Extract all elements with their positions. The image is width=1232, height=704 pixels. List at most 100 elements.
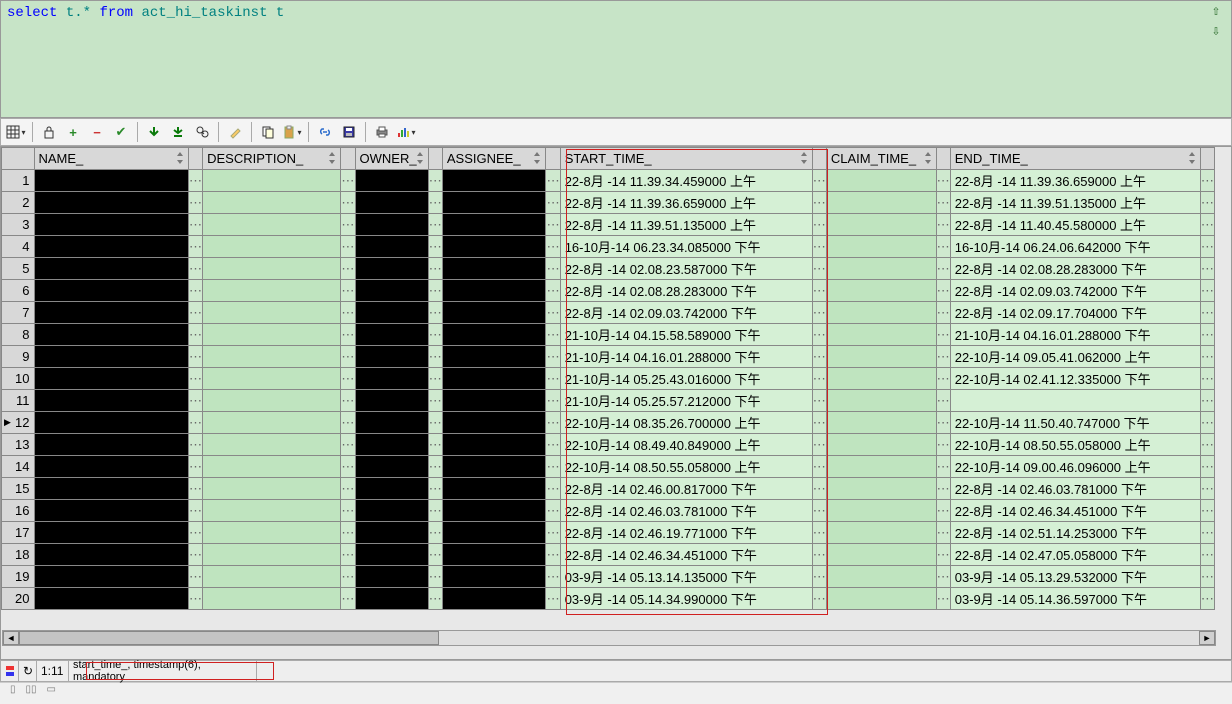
table-row[interactable]: 5⋯⋯⋯⋯22-8月 -14 02.08.23.587000 下午⋯⋯22-8月… <box>2 258 1215 280</box>
cell[interactable] <box>355 214 428 236</box>
cell-expand-icon[interactable]: ⋯ <box>428 302 442 324</box>
cell-expand-icon[interactable]: ⋯ <box>188 456 202 478</box>
col-assignee-ext[interactable] <box>546 148 560 170</box>
cell-expand-icon[interactable]: ⋯ <box>188 280 202 302</box>
row-number[interactable]: 15 <box>2 478 35 500</box>
table-row[interactable]: 11⋯⋯⋯⋯21-10月-14 05.25.57.212000 下午⋯⋯⋯ <box>2 390 1215 412</box>
cell[interactable]: 03-9月 -14 05.14.34.990000 下午 <box>560 588 812 610</box>
cell-expand-icon[interactable]: ⋯ <box>812 588 826 610</box>
cell[interactable] <box>355 346 428 368</box>
cell-expand-icon[interactable]: ⋯ <box>546 302 560 324</box>
cell[interactable]: 22-10月-14 08.35.26.700000 上午 <box>560 412 812 434</box>
cell-expand-icon[interactable]: ⋯ <box>546 566 560 588</box>
refresh-button[interactable]: ↻ <box>19 661 37 681</box>
cell[interactable]: 22-8月 -14 02.08.28.283000 下午 <box>560 280 812 302</box>
cell-expand-icon[interactable]: ⋯ <box>546 368 560 390</box>
col-description-ext[interactable] <box>341 148 355 170</box>
cell[interactable] <box>34 170 188 192</box>
scroll-right-icon[interactable]: ► <box>1199 631 1215 645</box>
horizontal-scrollbar[interactable]: ◄ ► <box>2 630 1216 646</box>
cell-expand-icon[interactable]: ⋯ <box>812 258 826 280</box>
cell[interactable] <box>34 214 188 236</box>
cell-expand-icon[interactable]: ⋯ <box>812 170 826 192</box>
cell-expand-icon[interactable]: ⋯ <box>812 478 826 500</box>
cell[interactable] <box>34 192 188 214</box>
cell[interactable] <box>826 170 936 192</box>
cell-expand-icon[interactable]: ⋯ <box>428 434 442 456</box>
row-number[interactable]: 17 <box>2 522 35 544</box>
row-number[interactable]: 10 <box>2 368 35 390</box>
row-number[interactable]: 7 <box>2 302 35 324</box>
cell-expand-icon[interactable]: ⋯ <box>936 236 950 258</box>
sort-icon[interactable] <box>923 152 933 164</box>
cell[interactable] <box>826 434 936 456</box>
cell-expand-icon[interactable]: ⋯ <box>341 390 355 412</box>
cell[interactable] <box>203 236 341 258</box>
cell-expand-icon[interactable]: ⋯ <box>428 236 442 258</box>
cell-expand-icon[interactable]: ⋯ <box>188 346 202 368</box>
cell-expand-icon[interactable]: ⋯ <box>546 170 560 192</box>
cell-expand-icon[interactable]: ⋯ <box>1200 324 1214 346</box>
cell[interactable] <box>826 214 936 236</box>
row-number[interactable]: 12▶ <box>2 412 35 434</box>
row-number[interactable]: 16 <box>2 500 35 522</box>
cell[interactable] <box>355 566 428 588</box>
cell[interactable] <box>203 302 341 324</box>
cell-expand-icon[interactable]: ⋯ <box>812 434 826 456</box>
cell-expand-icon[interactable]: ⋯ <box>546 236 560 258</box>
cell[interactable] <box>826 500 936 522</box>
cell-expand-icon[interactable]: ⋯ <box>1200 588 1214 610</box>
cell-expand-icon[interactable]: ⋯ <box>188 522 202 544</box>
cell-expand-icon[interactable]: ⋯ <box>546 434 560 456</box>
cell[interactable] <box>826 302 936 324</box>
row-number[interactable]: 3 <box>2 214 35 236</box>
sort-icon[interactable] <box>1187 152 1197 164</box>
cell[interactable] <box>355 280 428 302</box>
cell[interactable] <box>826 236 936 258</box>
cell[interactable] <box>826 346 936 368</box>
cell-expand-icon[interactable]: ⋯ <box>188 214 202 236</box>
cell[interactable]: 03-9月 -14 05.13.29.532000 下午 <box>950 566 1200 588</box>
cell-expand-icon[interactable]: ⋯ <box>428 258 442 280</box>
cell-expand-icon[interactable]: ⋯ <box>1200 280 1214 302</box>
cell[interactable] <box>203 324 341 346</box>
cell-expand-icon[interactable]: ⋯ <box>1200 522 1214 544</box>
cell-expand-icon[interactable]: ⋯ <box>341 500 355 522</box>
cell[interactable]: 22-8月 -14 02.09.03.742000 下午 <box>950 280 1200 302</box>
cell-expand-icon[interactable]: ⋯ <box>188 500 202 522</box>
cell[interactable]: 22-10月-14 08.50.55.058000 上午 <box>950 434 1200 456</box>
cell-expand-icon[interactable]: ⋯ <box>341 368 355 390</box>
cell[interactable]: 22-10月-14 08.50.55.058000 上午 <box>560 456 812 478</box>
table-row[interactable]: 2⋯⋯⋯⋯22-8月 -14 11.39.36.659000 上午⋯⋯22-8月… <box>2 192 1215 214</box>
cell[interactable] <box>203 522 341 544</box>
cell[interactable] <box>203 170 341 192</box>
cell[interactable] <box>442 566 546 588</box>
cell-expand-icon[interactable]: ⋯ <box>936 280 950 302</box>
cell-expand-icon[interactable]: ⋯ <box>188 302 202 324</box>
cell-expand-icon[interactable]: ⋯ <box>1200 566 1214 588</box>
cell-expand-icon[interactable]: ⋯ <box>546 192 560 214</box>
cell-expand-icon[interactable]: ⋯ <box>341 434 355 456</box>
cell[interactable] <box>442 170 546 192</box>
cell[interactable] <box>355 412 428 434</box>
cell-expand-icon[interactable]: ⋯ <box>546 214 560 236</box>
cell-expand-icon[interactable]: ⋯ <box>812 302 826 324</box>
cell-expand-icon[interactable]: ⋯ <box>188 434 202 456</box>
cell-expand-icon[interactable]: ⋯ <box>546 500 560 522</box>
cell[interactable] <box>34 434 188 456</box>
cell[interactable]: 22-10月-14 09.05.41.062000 上午 <box>950 346 1200 368</box>
cell-expand-icon[interactable]: ⋯ <box>936 214 950 236</box>
cell-expand-icon[interactable]: ⋯ <box>1200 368 1214 390</box>
cell-expand-icon[interactable]: ⋯ <box>428 170 442 192</box>
cell[interactable] <box>34 368 188 390</box>
row-number[interactable]: 11 <box>2 390 35 412</box>
sort-icon[interactable] <box>175 152 185 164</box>
delete-row-button[interactable]: − <box>86 121 108 143</box>
cell-expand-icon[interactable]: ⋯ <box>428 214 442 236</box>
sql-editor[interactable]: select t.* from act_hi_taskinst t ⇧ ⇩ <box>0 0 1232 118</box>
scroll-left-icon[interactable]: ◄ <box>3 631 19 645</box>
cell-expand-icon[interactable]: ⋯ <box>546 390 560 412</box>
table-row[interactable]: 18⋯⋯⋯⋯22-8月 -14 02.46.34.451000 下午⋯⋯22-8… <box>2 544 1215 566</box>
cell[interactable] <box>442 280 546 302</box>
cell-expand-icon[interactable]: ⋯ <box>936 368 950 390</box>
